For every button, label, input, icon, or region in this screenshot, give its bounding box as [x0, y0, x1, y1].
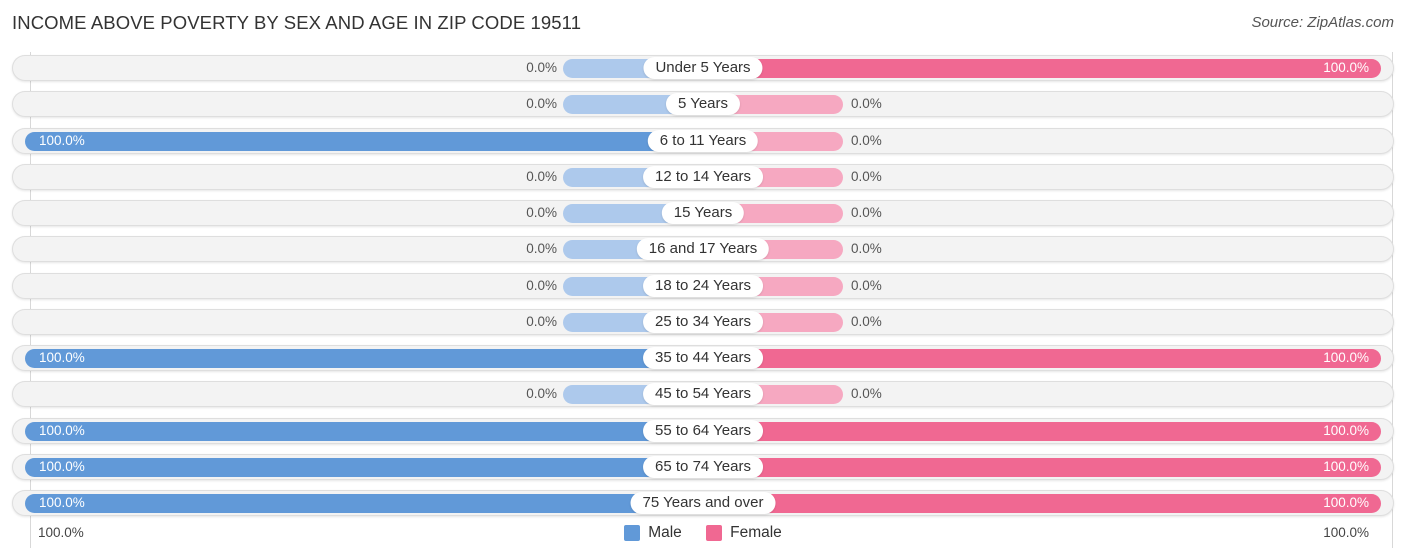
category-label: 5 Years [665, 93, 741, 116]
value-label-female: 0.0% [851, 241, 882, 257]
value-label-male: 100.0% [39, 495, 85, 510]
value-label-female: 100.0% [1323, 422, 1369, 438]
value-label-male: 0.0% [526, 313, 557, 329]
value-label-female: 100.0% [1323, 350, 1369, 365]
bar-male[interactable] [25, 349, 703, 368]
category-label: 45 to 54 Years [643, 383, 763, 406]
chart-row: 0.0% 100.0% Under 5 Years [12, 55, 1394, 81]
chart-row: 0.0% 0.0% 18 to 24 Years [12, 272, 1394, 299]
bar-female[interactable] [703, 349, 1381, 368]
chart-row: 0.0% 0.0% 25 to 34 Years [12, 308, 1394, 335]
value-label-female: 0.0% [851, 96, 882, 112]
chart-row: 100.0% 100.0% 75 Years and over [12, 490, 1394, 516]
chart-row: 100.0% 0.0% 6 to 11 Years [12, 127, 1394, 154]
chart-row: 100.0% 100.0% 65 to 74 Years [12, 453, 1394, 480]
chart-row: 0.0% 0.0% 12 to 14 Years [12, 163, 1394, 190]
legend: Male Female [0, 524, 1406, 546]
legend-swatch-male [624, 525, 641, 541]
value-label-male: 100.0% [39, 132, 85, 148]
value-label-female: 0.0% [851, 313, 882, 329]
category-label: 75 Years and over [630, 492, 776, 514]
value-label-male: 0.0% [526, 205, 557, 220]
chart-row: 0.0% 0.0% 5 Years [12, 91, 1394, 118]
bar-female[interactable] [703, 494, 1381, 513]
bar-female[interactable] [703, 59, 1381, 78]
bar-female[interactable] [703, 457, 1381, 477]
legend-item-female[interactable]: Female [706, 524, 782, 542]
chart-row: 0.0% 0.0% 45 to 54 Years [12, 381, 1394, 408]
value-label-male: 0.0% [526, 386, 557, 402]
chart-title: INCOME ABOVE POVERTY BY SEX AND AGE IN Z… [12, 12, 582, 33]
legend-label-male: Male [648, 524, 682, 541]
legend-swatch-female [706, 525, 723, 541]
value-label-female: 0.0% [851, 132, 882, 148]
chart-row: 100.0% 100.0% 35 to 44 Years [12, 345, 1394, 371]
bar-male[interactable] [25, 494, 703, 513]
category-label: 16 and 17 Years [636, 238, 770, 261]
category-label: 12 to 14 Years [643, 165, 763, 188]
value-label-male: 0.0% [526, 96, 557, 112]
chart-row: 0.0% 0.0% 15 Years [12, 200, 1394, 226]
bar-male[interactable] [25, 457, 703, 477]
bar-female[interactable] [703, 421, 1381, 441]
value-label-male: 100.0% [39, 458, 85, 474]
category-label: 55 to 64 Years [643, 419, 763, 442]
value-label-female: 0.0% [851, 168, 882, 184]
legend-label-female: Female [730, 524, 782, 541]
category-label: 18 to 24 Years [643, 274, 763, 297]
source-label: Source: ZipAtlas.com [1251, 14, 1394, 31]
category-label: 15 Years [661, 202, 745, 224]
category-label: Under 5 Years [643, 57, 763, 79]
value-label-female: 100.0% [1323, 60, 1369, 75]
bar-male[interactable] [25, 421, 703, 441]
category-label: 35 to 44 Years [643, 347, 763, 369]
category-label: 6 to 11 Years [647, 129, 759, 152]
bar-male[interactable] [25, 131, 703, 151]
value-label-female: 0.0% [851, 386, 882, 402]
value-label-female: 0.0% [851, 277, 882, 293]
category-label: 65 to 74 Years [643, 455, 763, 478]
chart-row: 0.0% 0.0% 16 and 17 Years [12, 236, 1394, 263]
value-label-male: 0.0% [526, 277, 557, 293]
value-label-female: 100.0% [1323, 495, 1369, 510]
value-label-male: 100.0% [39, 350, 85, 365]
chart-row: 100.0% 100.0% 55 to 64 Years [12, 417, 1394, 444]
value-label-female: 0.0% [851, 205, 882, 220]
category-label: 25 to 34 Years [643, 310, 763, 333]
value-label-male: 0.0% [526, 168, 557, 184]
value-label-male: 0.0% [526, 60, 557, 75]
value-label-female: 100.0% [1323, 458, 1369, 474]
value-label-male: 100.0% [39, 422, 85, 438]
value-label-male: 0.0% [526, 241, 557, 257]
legend-item-male[interactable]: Male [624, 524, 682, 542]
